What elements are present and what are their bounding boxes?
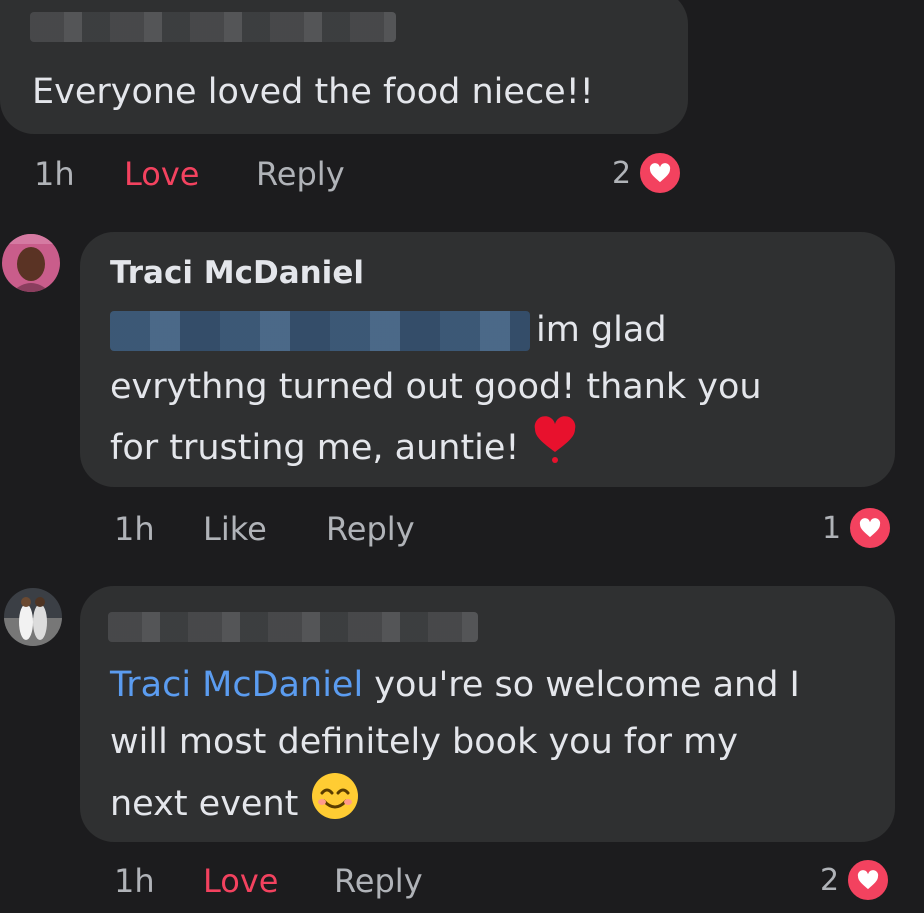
reaction-summary-2[interactable]: 1	[822, 505, 894, 551]
comment-text-3-line1-text: you're so welcome and I	[363, 665, 800, 705]
red-heart-emoji-icon	[531, 416, 579, 482]
comment-text-3-line2: will most definitely book you for my	[110, 722, 738, 762]
mention-traci[interactable]: Traci McDaniel	[110, 665, 363, 705]
comment-time-1[interactable]: 1h	[34, 155, 75, 193]
comment-time-3[interactable]: 1h	[114, 862, 155, 900]
comment-text-2-line3: for trusting me, auntie!	[110, 416, 579, 482]
redacted-mention-2	[110, 311, 530, 351]
heart-reaction-icon	[637, 150, 684, 196]
love-button-1[interactable]: Love	[124, 155, 199, 193]
smiling-face-emoji-icon	[310, 771, 360, 839]
comment-text-3-line1: Traci McDaniel you're so welcome and I	[110, 657, 800, 714]
reaction-count-3: 2	[820, 862, 840, 898]
reaction-count-2: 1	[822, 510, 842, 546]
reaction-count-1: 2	[612, 155, 632, 191]
comment-text-3-line3-text: next event	[110, 784, 299, 824]
like-button-2[interactable]: Like	[203, 510, 267, 548]
heart-reaction-icon	[847, 505, 894, 551]
reply-button-1[interactable]: Reply	[256, 155, 345, 193]
love-button-3[interactable]: Love	[203, 862, 278, 900]
comment-author-2[interactable]: Traci McDaniel	[110, 255, 364, 291]
reaction-summary-3[interactable]: 2	[820, 857, 892, 903]
comment-time-2[interactable]: 1h	[114, 510, 155, 548]
heart-reaction-icon	[845, 857, 892, 903]
redacted-author-1	[30, 12, 396, 42]
comment-text-1: Everyone loved the food niece!!	[32, 72, 594, 112]
comment-text-3-line3: next event	[110, 771, 360, 839]
comment-text-2-line1: im glad	[536, 310, 667, 350]
comment-text-2-line2: evrythng turned out good! thank you	[110, 367, 762, 407]
avatar-traci[interactable]	[2, 234, 60, 292]
redacted-author-3	[108, 612, 478, 642]
reply-button-2[interactable]: Reply	[326, 510, 415, 548]
comment-text-2-line3-text: for trusting me, auntie!	[110, 428, 520, 468]
comment-thread: Everyone loved the food niece!! 1h Love …	[0, 0, 924, 913]
avatar-commenter-3[interactable]	[4, 588, 62, 646]
reaction-summary-1[interactable]: 2	[612, 150, 684, 196]
reply-button-3[interactable]: Reply	[334, 862, 423, 900]
